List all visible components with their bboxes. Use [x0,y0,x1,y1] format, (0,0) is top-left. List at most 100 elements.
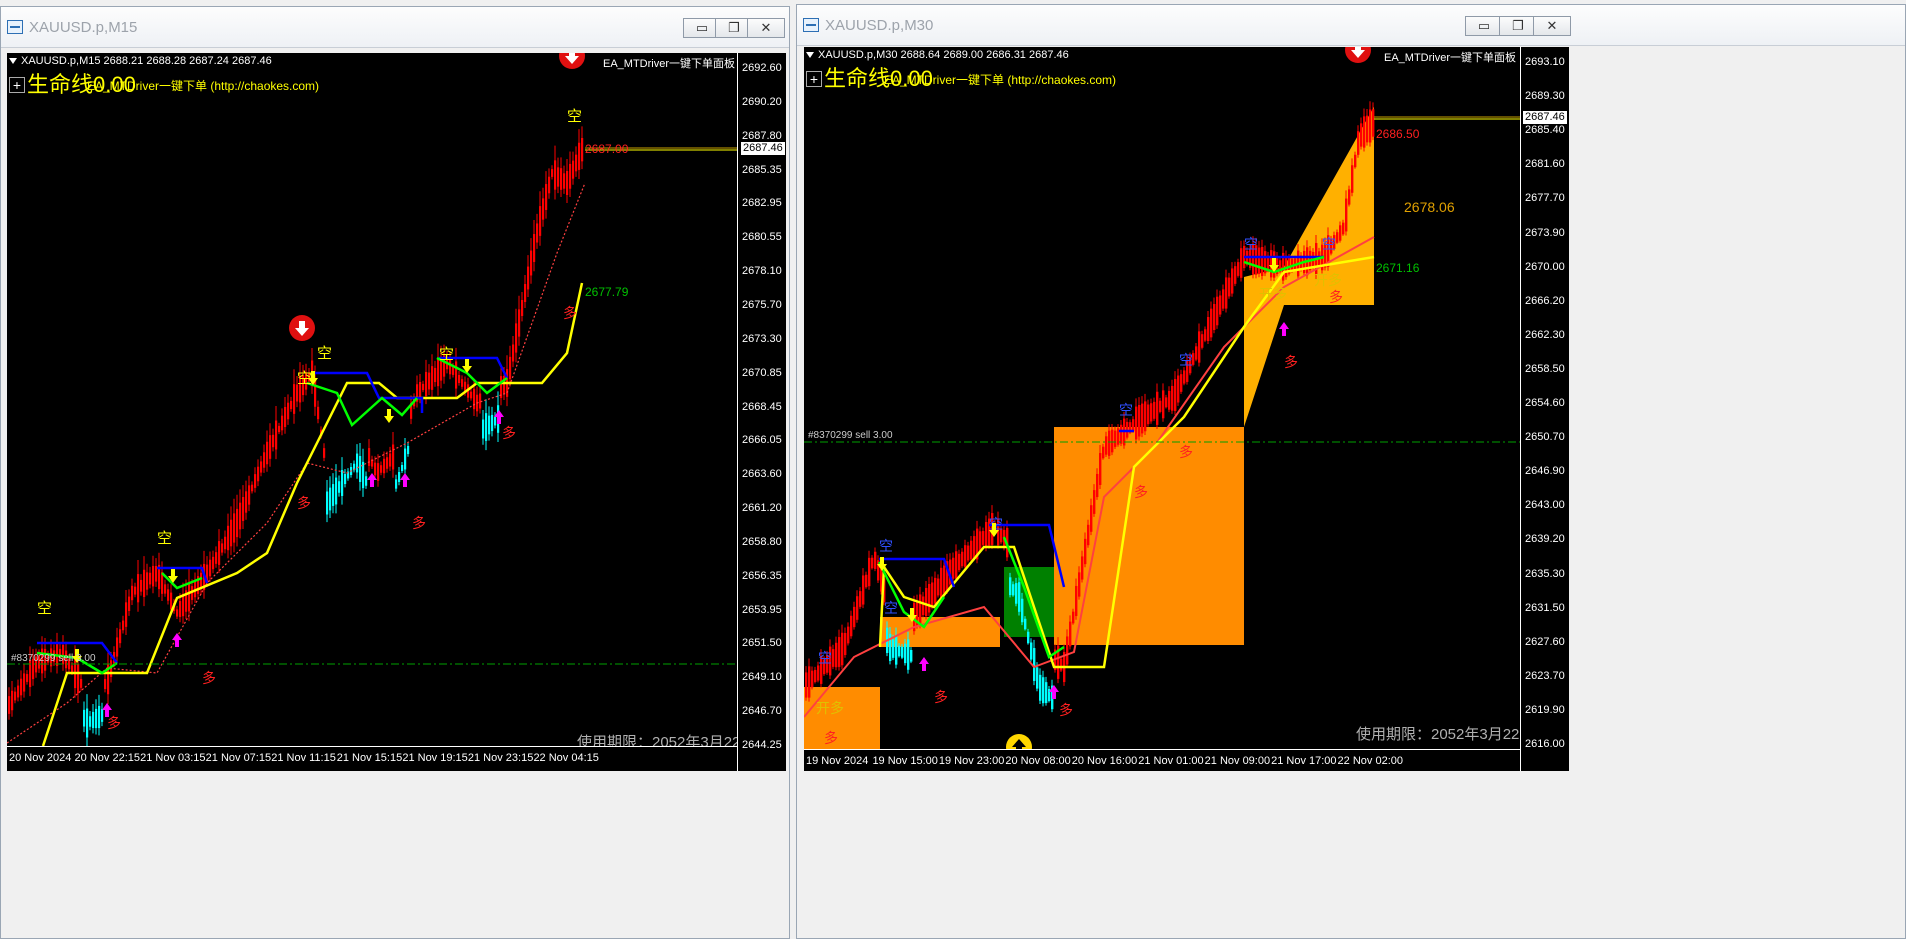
candle-body [805,672,808,698]
time-tick-label: 21 Nov 19:15 [402,752,468,764]
close-button[interactable]: ✕ [1533,16,1571,36]
price-tick-label: 2635.30 [1525,567,1565,580]
price-tick-label: 2663.60 [742,468,782,481]
title-bar[interactable]: XAUUSD.p,M15 ▭ ❐ ✕ [1,7,789,48]
candle-body [341,470,344,496]
price-tick-label: 2668.45 [742,400,782,413]
candle-body [1357,131,1360,155]
candle-body [557,167,560,187]
candle-body [422,383,425,391]
price-tick-label: 2650.70 [1525,431,1565,444]
chart-window-m15[interactable]: XAUUSD.p,M15 ▭ ❐ ✕ 空空空空空空多多多多多多 XAUUSD.p… [0,6,790,939]
dropdown-triangle-icon[interactable] [9,58,17,65]
ohlc-text: XAUUSD.p,M30 2688.64 2689.00 2686.31 268… [818,49,1069,61]
price-tick-label: 2627.60 [1525,635,1565,648]
short-signal-label: 空 [317,344,332,362]
candle-body [419,382,422,398]
candle-body [1141,403,1144,434]
time-tick-label: 21 Nov 01:00 [1138,755,1204,767]
candle-body [961,551,964,567]
candle-body [281,415,284,431]
ea-url-label[interactable]: EA_MTDriver一键下单 (http://chaokes.com) [884,71,1116,88]
candle-body [242,497,245,521]
price-axis[interactable]: 2692.60 2690.20 2687.80 2685.35 2682.95 2680.… [737,53,786,771]
price-tick-label: 2656.35 [742,569,782,582]
ea-panel-label[interactable]: EA_MTDriver一键下单面板 ☺ [1384,49,1530,65]
candle-body [209,559,212,577]
candle-body [874,551,877,569]
candle-body [1153,401,1156,419]
candle-body [293,384,296,414]
candle-body [179,601,182,617]
time-tick-label: 22 Nov 04:15 [533,752,599,764]
candle-body [1018,582,1021,612]
candle-body [853,606,856,628]
chart-window-icon [7,20,23,34]
candle-body [323,448,326,458]
price-chart[interactable]: 空空空空空空空空多多多多多多多开多开多开多 XAUUSD.p,M30 2688.… [804,47,1569,771]
candle-body [524,284,527,302]
candle-body [1069,621,1072,647]
candle-body [401,464,404,472]
buy-arrow-icon [1279,322,1289,336]
candle-body [377,463,380,481]
short-signal-label: 空 [37,599,52,617]
minimize-button[interactable]: ▭ [1465,16,1503,36]
candle-body [17,685,20,698]
price-tick-label: 2666.20 [1525,294,1565,307]
expand-plus-icon[interactable]: + [806,71,822,87]
candle-body [1219,295,1222,315]
candle-body [329,487,332,511]
price-tick-label: 2658.80 [742,535,782,548]
candle-body [1012,584,1015,596]
candle-body [1345,198,1348,232]
candle-body [389,453,392,467]
candle-body [847,626,850,644]
close-button[interactable]: ✕ [747,18,785,38]
candle-body [841,632,844,666]
maximize-button[interactable]: ❐ [1499,16,1537,36]
candle-body [931,582,934,607]
candle-body [344,473,347,485]
candle-body [1036,667,1039,689]
ea-url-label[interactable]: EA_MTDriver一键下单 (http://chaokes.com) [87,77,319,94]
long-signal-label: 多 [1059,702,1073,719]
candle-body [395,479,398,489]
candle-body [134,586,137,595]
ea-panel-label[interactable]: EA_MTDriver一键下单面板 ☺ [603,55,749,71]
time-axis[interactable]: 19 Nov 2024 19 Nov 15:00 19 Nov 23:00 20 No… [804,749,1520,771]
candle-body [850,615,853,637]
candle-body [1159,400,1162,412]
long-signal-label: 多 [1134,484,1148,501]
chart-window-m30[interactable]: XAUUSD.p,M30 ▭ ❐ ✕ 空空空空空空空空多多多多多多多开多开多开多… [796,4,1906,939]
candle-body [491,414,494,432]
expand-plus-icon[interactable]: + [9,77,25,93]
candle-body [1066,636,1069,665]
candle-body [1258,247,1261,274]
candle-body [509,356,512,380]
price-tick-label: 2619.90 [1525,703,1565,716]
candle-body [146,572,149,590]
candle-body [473,388,476,410]
dropdown-triangle-icon[interactable] [806,52,814,59]
candle-body [92,711,95,729]
candle-body [83,709,86,727]
candle-body [958,553,961,571]
time-axis[interactable]: 20 Nov 2024 20 Nov 22:15 21 Nov 03:15 21 No… [7,746,737,771]
title-bar[interactable]: XAUUSD.p,M30 ▭ ❐ ✕ [797,5,1905,46]
candle-body [479,393,482,409]
candle-body [955,551,958,579]
candle-body [1132,419,1135,432]
candle-body [89,716,92,727]
candle-body [928,583,931,613]
time-tick-label: 21 Nov 07:15 [205,752,272,764]
candle-body [1045,682,1048,704]
candle-body [188,582,191,612]
candle-body [95,708,98,729]
candlestick-plot[interactable]: 空空空空空空多多多多多多 [7,53,737,746]
price-chart[interactable]: 空空空空空空多多多多多多 XAUUSD.p,M15 2688.21 2688.2… [7,53,786,771]
price-axis[interactable]: 2693.10 2689.30 2685.40 2681.60 2677.70 2673.… [1520,47,1569,771]
candlestick-plot[interactable]: 空空空空空空空空多多多多多多多开多开多开多 [804,47,1520,749]
candle-body [1135,406,1138,440]
candle-body [1183,370,1186,384]
